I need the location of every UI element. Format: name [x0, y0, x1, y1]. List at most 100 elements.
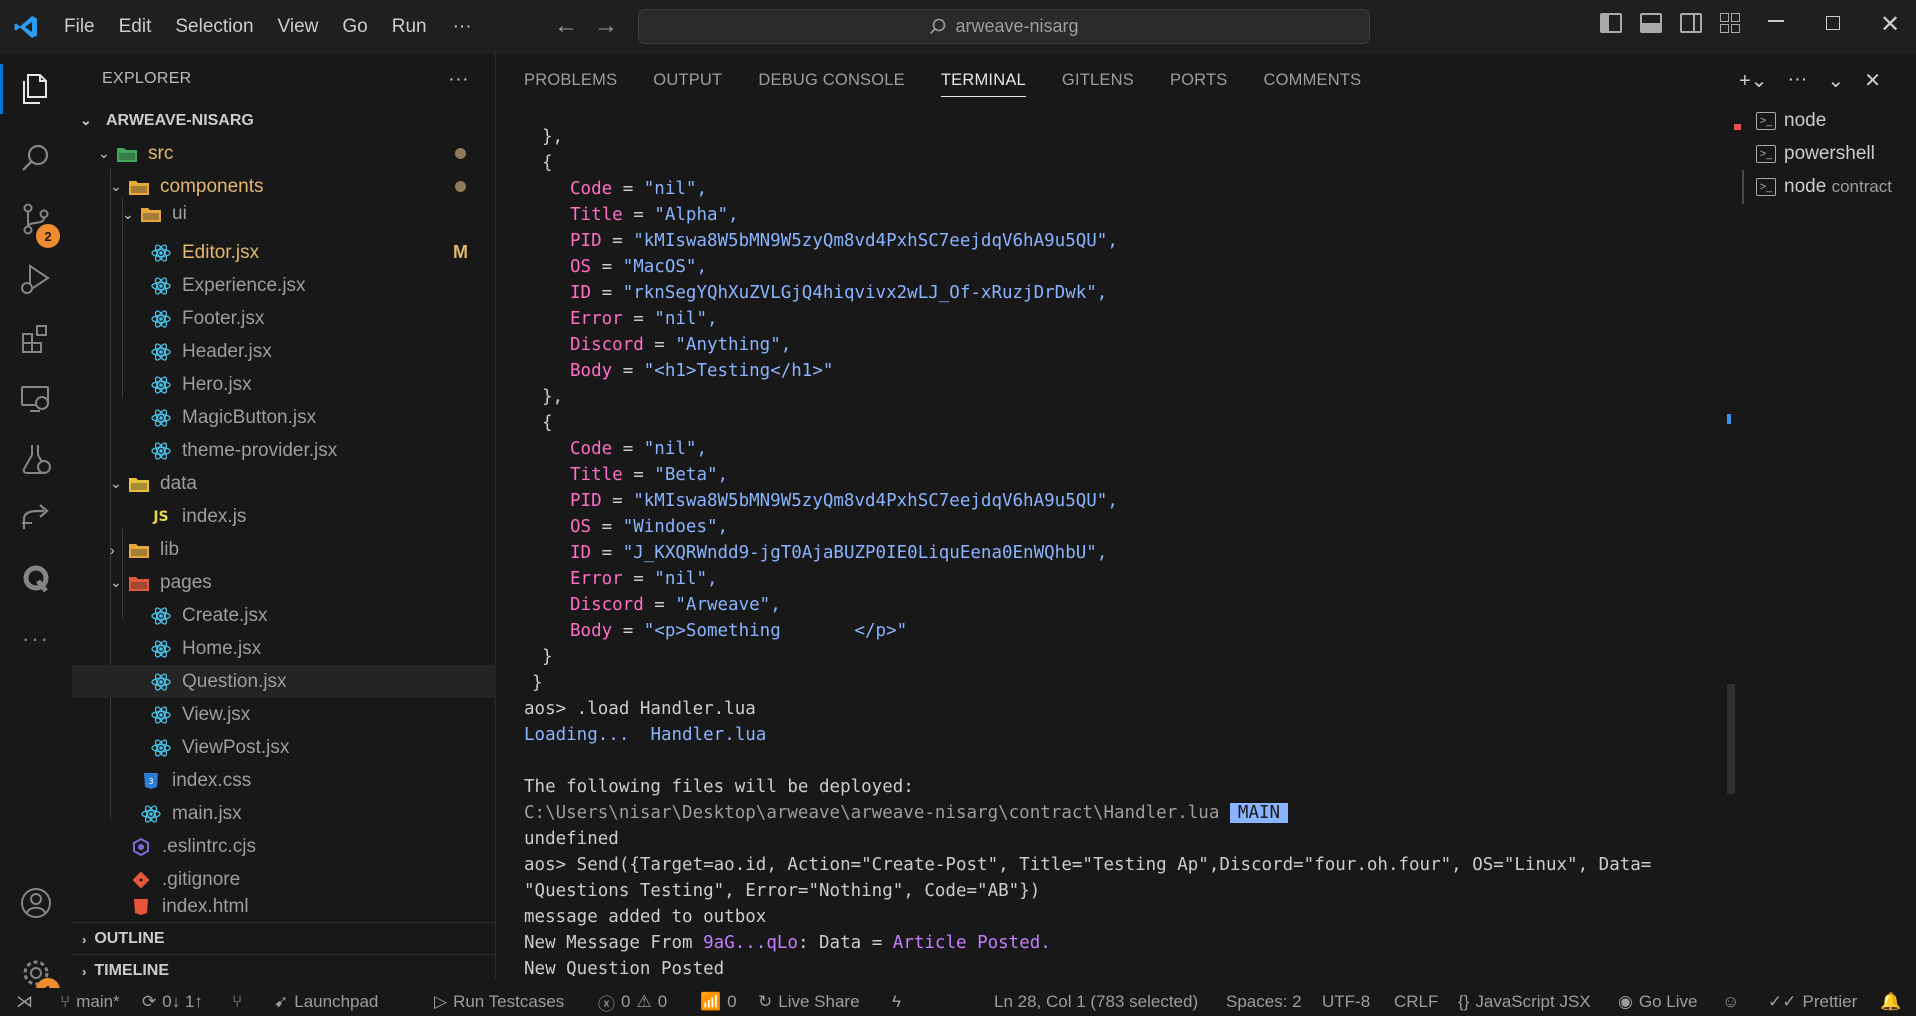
prettier-status[interactable]: ✓✓ Prettier	[1768, 988, 1857, 1016]
tab-output[interactable]: OUTPUT	[653, 54, 722, 106]
toggle-panel-icon[interactable]	[1640, 13, 1662, 33]
more-activities[interactable]: ···	[0, 610, 72, 668]
tree-item-components[interactable]: ⌄ components	[72, 170, 496, 203]
copilot-icon[interactable]: ☺	[1722, 988, 1739, 1016]
forward-arrow-icon[interactable]: →	[594, 12, 618, 40]
tree-item-src[interactable]: ⌄ src	[72, 137, 496, 170]
tree-item-viewpost-jsx[interactable]: ViewPost.jsx	[72, 731, 496, 764]
chevron-icon[interactable]: ›	[110, 542, 128, 558]
tree-item-pages[interactable]: ⌄ pages	[72, 566, 496, 599]
workspace-root[interactable]: ⌄ ARWEAVE-NISARG	[72, 104, 496, 137]
restore-icon[interactable]	[1826, 16, 1840, 30]
tree-item--gitignore[interactable]: .gitignore	[72, 863, 496, 896]
menu-run[interactable]: Run	[380, 0, 439, 54]
indentation-status[interactable]: Spaces: 2	[1226, 988, 1302, 1016]
menu-file[interactable]: File	[52, 0, 107, 54]
live-share-status[interactable]: ↻ Live Share	[758, 988, 860, 1016]
chevron-icon[interactable]: ⌄	[110, 475, 128, 492]
tree-item-index-css[interactable]: 3 index.css	[72, 764, 496, 797]
tree-item-main-jsx[interactable]: main.jsx	[72, 797, 496, 830]
timeline-label: TIMELINE	[94, 962, 170, 979]
encoding-status[interactable]: UTF-8	[1322, 988, 1370, 1016]
toggle-secondary-sidebar-icon[interactable]	[1680, 13, 1702, 33]
timeline-section[interactable]: › TIMELINE	[72, 954, 496, 987]
tab-terminal[interactable]: TERMINAL	[940, 54, 1026, 106]
run-debug-activity[interactable]	[0, 250, 72, 308]
terminal-instance-node[interactable]: >_ node	[1756, 104, 1826, 137]
testing-activity[interactable]	[0, 430, 72, 488]
terminal-instance-node-contract[interactable]: >_ node contract	[1756, 170, 1892, 203]
tree-item-home-jsx[interactable]: Home.jsx	[72, 632, 496, 665]
explorer-more-button[interactable]: ···	[448, 68, 469, 91]
sync-status[interactable]: ⟳ 0↓ 1↑	[142, 988, 203, 1016]
minimize-icon[interactable]	[1768, 20, 1784, 22]
chevron-icon[interactable]: ⌄	[122, 206, 140, 223]
extensions-activity[interactable]	[0, 310, 72, 368]
tab-comments[interactable]: COMMENTS	[1263, 54, 1361, 106]
tree-item--eslintrc-cjs[interactable]: .eslintrc.cjs	[72, 830, 496, 863]
chevron-icon[interactable]: ⌄	[110, 178, 128, 195]
tab-problems[interactable]: PROBLEMS	[524, 54, 617, 106]
tree-item-editor-jsx[interactable]: Editor.jsx M	[72, 236, 496, 269]
lightning-icon[interactable]: ϟ	[892, 988, 901, 1016]
eol-status[interactable]: CRLF	[1394, 988, 1438, 1016]
tree-item-lib[interactable]: › lib	[72, 533, 496, 566]
tab-debug-console[interactable]: DEBUG CONSOLE	[758, 54, 905, 106]
notifications-icon[interactable]: 🔔	[1880, 988, 1901, 1016]
cursor-position[interactable]: Ln 28, Col 1 (783 selected)	[994, 988, 1198, 1016]
tree-item-create-jsx[interactable]: Create.jsx	[72, 599, 496, 632]
search-activity[interactable]	[0, 130, 72, 188]
tree-item-footer-jsx[interactable]: Footer.jsx	[72, 302, 496, 335]
customize-layout-icon[interactable]	[1720, 13, 1740, 33]
tree-item-theme-provider-jsx[interactable]: theme-provider.jsx	[72, 434, 496, 467]
tree-item-header-jsx[interactable]: Header.jsx	[72, 335, 496, 368]
menu-view[interactable]: View	[266, 0, 331, 54]
close-window-icon[interactable]: ✕	[1880, 10, 1900, 39]
source-control-activity[interactable]: 2	[0, 190, 72, 248]
tab-ports[interactable]: PORTS	[1170, 54, 1228, 106]
terminal-instance-powershell[interactable]: >_ powershell	[1756, 137, 1875, 170]
run-testcases-status[interactable]: ▷ Run Testcases	[434, 988, 564, 1016]
tree-item-experience-jsx[interactable]: Experience.jsx	[72, 269, 496, 302]
tree-item-hero-jsx[interactable]: Hero.jsx	[72, 368, 496, 401]
remote-indicator-icon[interactable]: ⋊	[16, 988, 33, 1016]
terminal-scrollbar[interactable]	[1727, 684, 1735, 794]
new-terminal-icon[interactable]: +⌄	[1739, 68, 1767, 93]
problems-status[interactable]: ⓧ 0 ⚠ 0	[598, 988, 667, 1016]
toggle-primary-sidebar-icon[interactable]	[1600, 13, 1622, 33]
language-status[interactable]: {} JavaScript JSX	[1458, 988, 1591, 1016]
terminal-icon: >_	[1756, 177, 1776, 196]
accounts-activity[interactable]	[0, 874, 72, 932]
tree-item-ui[interactable]: ⌄ ui	[72, 203, 496, 225]
extension-q-activity[interactable]	[0, 550, 72, 608]
command-center-search[interactable]: arweave-nisarg	[638, 9, 1370, 44]
menu-go[interactable]: Go	[330, 0, 379, 54]
tree-item-magicbutton-jsx[interactable]: MagicButton.jsx	[72, 401, 496, 434]
tree-item-index-js[interactable]: JS index.js	[72, 500, 496, 533]
maximize-panel-icon[interactable]: ⌄	[1827, 68, 1844, 93]
chevron-icon[interactable]: ⌄	[98, 145, 116, 162]
tree-item-index-html[interactable]: index.html	[72, 896, 496, 918]
outline-section[interactable]: › OUTLINE	[72, 922, 496, 955]
menu-more-button[interactable]: ···	[439, 16, 486, 38]
ports-status[interactable]: 📶 0	[700, 988, 737, 1016]
back-arrow-icon[interactable]: ←	[554, 12, 578, 40]
live-share-activity[interactable]	[0, 490, 72, 548]
menu-selection[interactable]: Selection	[163, 0, 265, 54]
panel-more-icon[interactable]: ···	[1787, 68, 1807, 93]
launchpad-status[interactable]: ➹ Launchpad	[274, 988, 378, 1016]
chevron-icon[interactable]: ⌄	[110, 574, 128, 591]
explorer-activity[interactable]	[0, 60, 72, 118]
go-live-status[interactable]: ◉ Go Live	[1618, 988, 1697, 1016]
tree-item-view-jsx[interactable]: View.jsx	[72, 698, 496, 731]
git-graph-icon[interactable]: ⑂	[232, 988, 242, 1016]
close-panel-icon[interactable]: ✕	[1864, 68, 1881, 93]
remote-explorer-activity[interactable]	[0, 370, 72, 428]
tab-gitlens[interactable]: GITLENS	[1062, 54, 1134, 106]
terminal-line: Title = "Alpha",	[570, 205, 739, 225]
tree-item-question-jsx[interactable]: Question.jsx	[72, 665, 496, 698]
menu-edit[interactable]: Edit	[107, 0, 164, 54]
terminal-output[interactable]: }, { Code = "nil", Title = "Alpha", PID …	[524, 124, 1904, 979]
tree-item-data[interactable]: ⌄ data	[72, 467, 496, 500]
branch-status[interactable]: ⑂ main*	[60, 988, 120, 1016]
